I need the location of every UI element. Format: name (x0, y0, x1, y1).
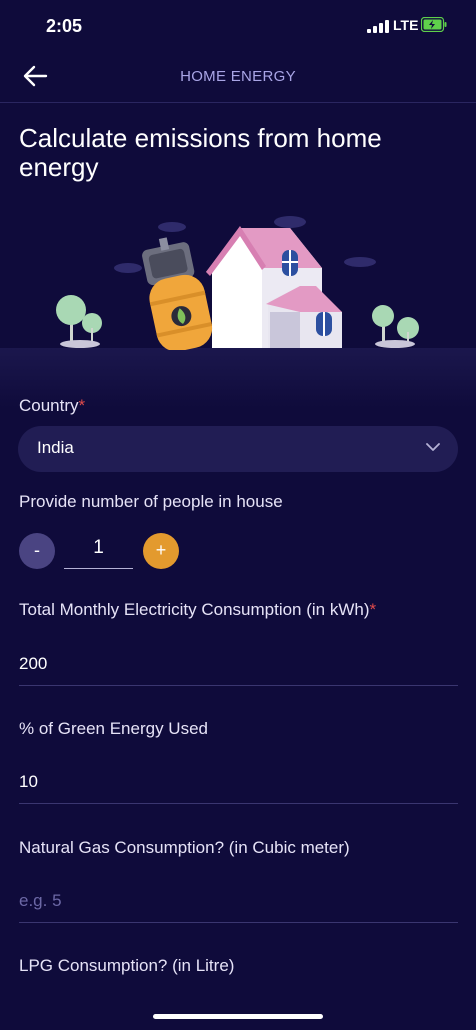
network-type: LTE (393, 17, 419, 33)
electricity-label: Total Monthly Electricity Consumption (i… (19, 600, 377, 619)
gas-cylinder-illustration (142, 237, 213, 350)
required-mark: * (369, 600, 377, 619)
lpg-label: LPG Consumption? (in Litre) (19, 956, 235, 975)
country-select-value: India (37, 438, 74, 457)
decrement-button[interactable]: - (19, 533, 55, 569)
natural-gas-input[interactable]: e.g. 5 (19, 891, 62, 911)
required-mark: * (78, 396, 86, 415)
chevron-down-icon (426, 443, 440, 451)
page-title: Calculate emissions from home energy (19, 123, 382, 182)
battery-charging-icon (421, 17, 447, 32)
home-indicator[interactable] (153, 1014, 323, 1019)
status-time: 2:05 (46, 16, 83, 36)
header-title: HOME ENERGY (180, 68, 296, 85)
electricity-input[interactable]: 200 (19, 654, 47, 674)
green-energy-underline (19, 803, 458, 804)
people-count-input[interactable]: 1 (64, 537, 133, 559)
tree-illustration (372, 305, 419, 348)
app-header: HOME ENERGY (0, 52, 476, 103)
natural-gas-label: Natural Gas Consumption? (in Cubic meter… (19, 838, 350, 857)
signal-icon (367, 20, 389, 33)
increment-button[interactable]: + (143, 533, 179, 569)
status-bar: 2:05 LTE (0, 0, 476, 52)
house-illustration (56, 216, 419, 350)
people-label: Provide number of people in house (19, 492, 283, 511)
country-label: Country* (19, 396, 86, 415)
green-energy-input[interactable]: 10 (19, 772, 38, 792)
tree-illustration (56, 295, 102, 348)
people-count-underline (64, 568, 133, 569)
country-select[interactable]: India (18, 426, 458, 472)
electricity-underline (19, 685, 458, 686)
natural-gas-underline (19, 922, 458, 923)
green-energy-label: % of Green Energy Used (19, 719, 208, 738)
